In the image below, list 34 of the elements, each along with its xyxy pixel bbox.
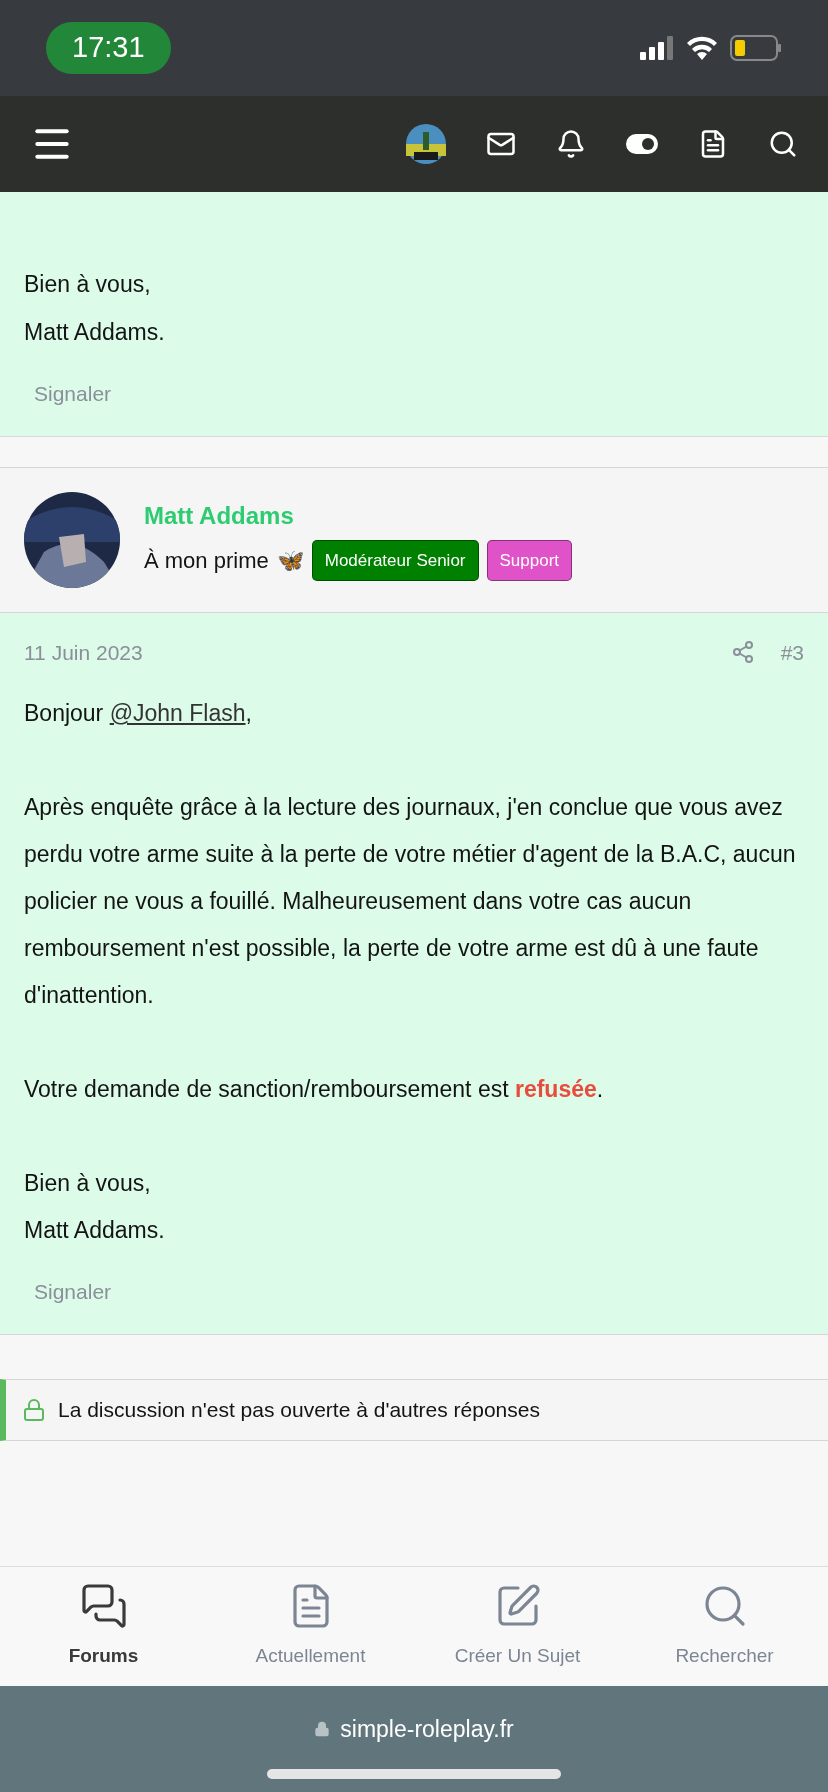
- bell-icon[interactable]: [556, 129, 586, 159]
- author-name[interactable]: Matt Addams: [144, 497, 573, 534]
- post-text: Bien à vous,: [24, 270, 152, 299]
- post-number[interactable]: #3: [780, 636, 804, 668]
- post-text: Votre demande de sanction/remboursement est refusée.: [24, 1075, 605, 1104]
- post-date[interactable]: 11 Juin 2023: [24, 636, 143, 668]
- lock-icon: [314, 1721, 331, 1738]
- report-link[interactable]: Signaler: [34, 378, 804, 410]
- role-badge: Modérateur Senior: [311, 539, 479, 582]
- report-link[interactable]: Signaler: [34, 1276, 804, 1308]
- toggle-icon[interactable]: [626, 134, 658, 154]
- post-text: Bien à vous, Matt Addams.: [24, 1169, 166, 1245]
- signal-icon: [640, 36, 674, 60]
- status-time: 17:31: [46, 22, 171, 74]
- chat-bubbles-icon: [79, 1582, 128, 1631]
- share-icon[interactable]: [730, 640, 755, 665]
- mention-link[interactable]: @John Flash: [109, 700, 246, 726]
- role-badge: Support: [486, 539, 573, 582]
- url-text[interactable]: simple-roleplay.fr: [340, 1712, 514, 1747]
- nav-tab[interactable]: Rechercher: [621, 1567, 828, 1686]
- post-text: Bonjour @John Flash,: [24, 699, 253, 728]
- butterfly-emoji: 🦋: [276, 547, 304, 575]
- post-text: Après enquête grâce à la lecture des journaux, j'en conclue que vous avez perdu votre arme suite à la perte de votre métier d'agent de la B.A.C, aucun policier ne vous a fouillé. Malheureusement dans votre cas aucun remboursement n'est possible, la perte de votre arme est dû à une faute d'inattention.: [24, 793, 797, 1010]
- lock-icon: [22, 1397, 46, 1422]
- nav-tab[interactable]: Forums: [0, 1567, 207, 1686]
- search-icon[interactable]: [768, 129, 798, 159]
- nav-tab[interactable]: Créer Un Sujet: [414, 1567, 621, 1686]
- nav-tab[interactable]: Actuellement: [207, 1567, 414, 1686]
- user-title: À mon prime: [144, 547, 269, 575]
- post-text: Matt Addams.: [24, 318, 166, 347]
- battery-icon: [730, 35, 782, 61]
- avatar[interactable]: [406, 124, 446, 164]
- notice-text: La discussion n'est pas ouverte à d'autres réponses: [58, 1396, 540, 1423]
- wifi-icon: [686, 36, 718, 60]
